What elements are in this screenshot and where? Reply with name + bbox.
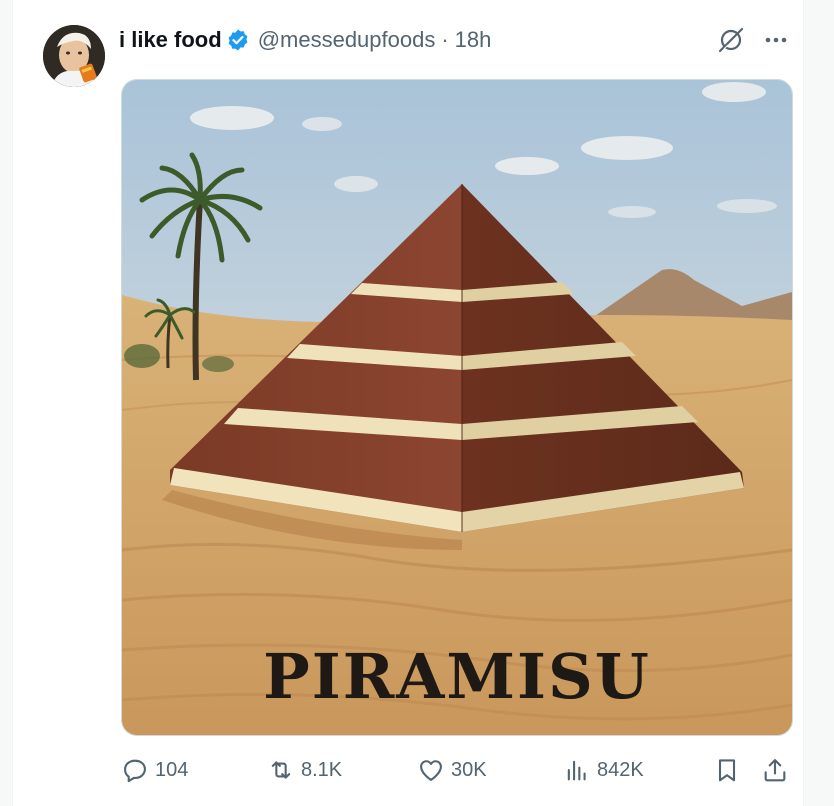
- like-button[interactable]: 30K: [417, 752, 487, 788]
- retweet-count: 8.1K: [301, 758, 343, 781]
- share-icon: [764, 759, 786, 782]
- separator-dot: ·: [441, 27, 449, 52]
- views-button[interactable]: 842K: [563, 752, 644, 788]
- bookmark-icon: [718, 759, 736, 782]
- display-name[interactable]: i like food: [119, 27, 222, 53]
- timestamp[interactable]: 18h: [455, 27, 492, 53]
- retweet-button[interactable]: 8.1K: [267, 752, 342, 788]
- tweet-actions: 104 8.1K 30K 842K: [121, 752, 791, 788]
- reply-icon: [124, 759, 146, 783]
- grok-icon[interactable]: [716, 25, 746, 55]
- handle[interactable]: @messedupfoods: [258, 27, 436, 53]
- like-count: 30K: [451, 758, 487, 781]
- bookmark-button[interactable]: [713, 752, 741, 788]
- reply-count: 104: [155, 758, 189, 781]
- tweet-card[interactable]: i like food @messedupfoods · 18h PIRAMIS…: [12, 0, 804, 806]
- retweet-icon: [271, 761, 291, 779]
- more-icon[interactable]: [761, 25, 791, 55]
- avatar-image: [43, 25, 105, 87]
- avatar[interactable]: [43, 25, 105, 87]
- tweet-header: i like food @messedupfoods · 18h: [119, 26, 491, 54]
- share-button[interactable]: [761, 752, 789, 788]
- like-icon: [420, 760, 442, 781]
- pyramid-tiramisu-image: [122, 80, 792, 735]
- verified-badge-icon: [226, 28, 250, 52]
- reply-button[interactable]: 104: [121, 752, 188, 788]
- image-caption-text: PIRAMISU: [263, 640, 651, 713]
- views-icon: [567, 760, 586, 781]
- tweet-image[interactable]: PIRAMISU: [121, 79, 793, 736]
- views-count: 842K: [597, 758, 644, 781]
